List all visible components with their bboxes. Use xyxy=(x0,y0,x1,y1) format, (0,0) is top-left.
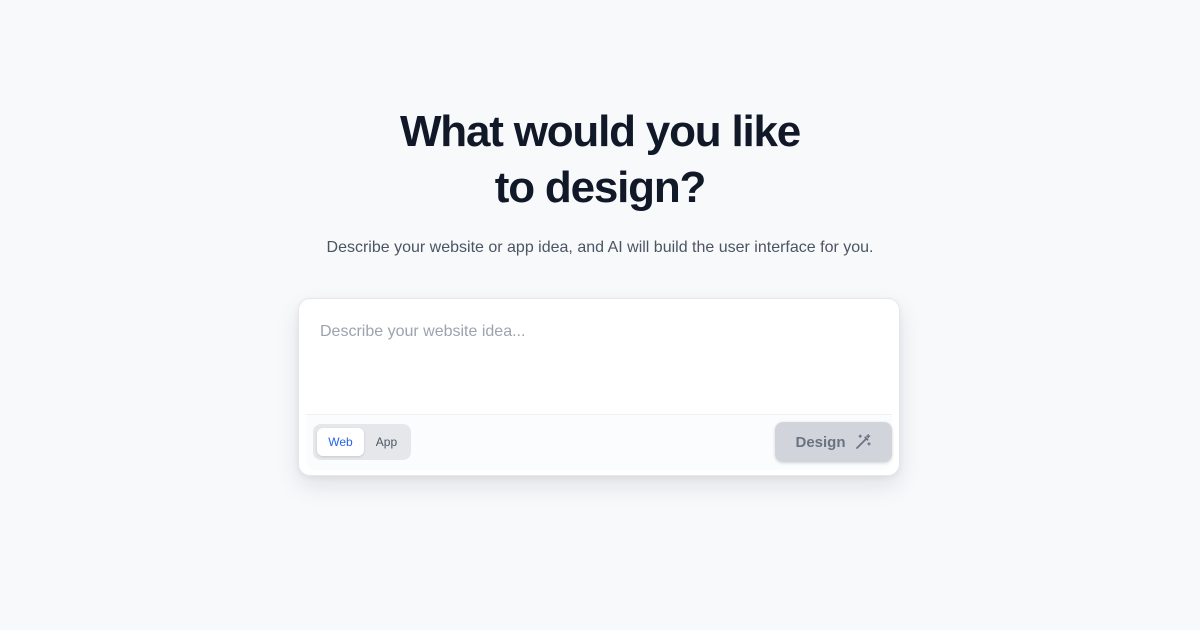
page-subtitle: Describe your website or app idea, and A… xyxy=(326,239,874,256)
page-title: What would you like to design? xyxy=(0,104,1200,216)
page-title-line-1: What would you like xyxy=(399,107,801,156)
web-mode-tab[interactable]: Web xyxy=(317,428,364,456)
page-title-line-2: to design? xyxy=(494,163,707,212)
prompt-card: Web App Design xyxy=(298,298,900,476)
prompt-toolbar: Web App Design xyxy=(306,414,892,470)
design-button-label: Design xyxy=(795,433,846,451)
design-prompt-page: What would you like to design? Describe … xyxy=(0,0,1200,630)
platform-mode-toggle: Web App xyxy=(313,424,411,460)
app-mode-tab[interactable]: App xyxy=(366,428,407,456)
website-idea-input[interactable] xyxy=(320,321,880,405)
design-button[interactable]: Design xyxy=(775,422,892,462)
magic-wand-icon xyxy=(854,433,872,451)
